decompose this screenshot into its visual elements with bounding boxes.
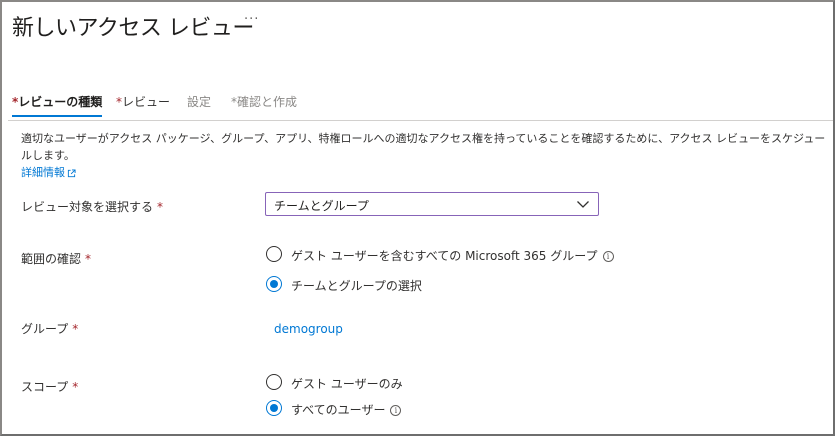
tab-label: レビューの種類 — [18, 95, 103, 109]
required-mark: * — [72, 380, 79, 394]
description-text: 適切なユーザーがアクセス パッケージ、グループ、アプリ、特権ロールへの適切なアク… — [21, 132, 826, 162]
scope-label: スコープ * — [21, 378, 78, 395]
required-mark: * — [72, 322, 79, 336]
info-icon[interactable]: i — [390, 405, 402, 416]
required-mark: * — [85, 252, 92, 266]
dialog-frame: 新しいアクセス レビュー ··· *レビューの種類 *レビュー 設定 *確認と作… — [0, 0, 835, 436]
chevron-down-icon — [577, 201, 589, 208]
description: 適切なユーザーがアクセス パッケージ、グループ、アプリ、特権ロールへの適切なアク… — [21, 130, 831, 181]
radio-label: ゲスト ユーザーのみ — [291, 377, 403, 391]
external-link-icon — [67, 168, 76, 177]
radio-circle — [266, 400, 282, 416]
group-link[interactable]: demogroup — [274, 322, 343, 336]
page-title: 新しいアクセス レビュー — [12, 16, 254, 41]
radio-label: すべてのユーザー i — [291, 401, 402, 418]
tab-label: 確認と作成 — [237, 95, 298, 109]
review-target-label-text: レビュー対象を選択する — [21, 200, 154, 214]
tab-reviews[interactable]: *レビュー — [116, 93, 170, 110]
tab-review-create[interactable]: *確認と作成 — [231, 93, 297, 110]
scope-confirm-label-text: 範囲の確認 — [21, 252, 82, 266]
learn-more-link[interactable]: 詳細情報 — [21, 166, 76, 179]
radio-circle — [266, 276, 282, 292]
review-target-dropdown[interactable]: チームとグループ — [265, 192, 599, 216]
review-target-value: チームとグループ — [274, 199, 369, 213]
group-label: グループ * — [21, 320, 78, 337]
tab-label: 設定 — [187, 95, 212, 109]
tab-label: レビュー — [122, 95, 171, 109]
tab-divider — [8, 120, 833, 121]
required-mark: * — [157, 200, 164, 214]
info-icon[interactable]: i — [602, 251, 614, 262]
tab-review-type[interactable]: *レビューの種類 — [12, 93, 103, 117]
scope-label-text: スコープ — [21, 380, 69, 394]
tab-settings[interactable]: 設定 — [187, 93, 211, 110]
scope-confirm-label: 範囲の確認 * — [21, 250, 91, 267]
radio-circle — [266, 246, 282, 262]
more-options-button[interactable]: ··· — [244, 12, 259, 27]
radio-label: ゲスト ユーザーを含むすべての Microsoft 365 グループ i — [291, 247, 614, 264]
radio-circle — [266, 374, 282, 390]
radio-label: チームとグループの選択 — [291, 279, 422, 293]
group-label-text: グループ — [21, 322, 69, 336]
learn-more-label: 詳細情報 — [21, 166, 65, 179]
review-target-label: レビュー対象を選択する * — [21, 198, 163, 215]
